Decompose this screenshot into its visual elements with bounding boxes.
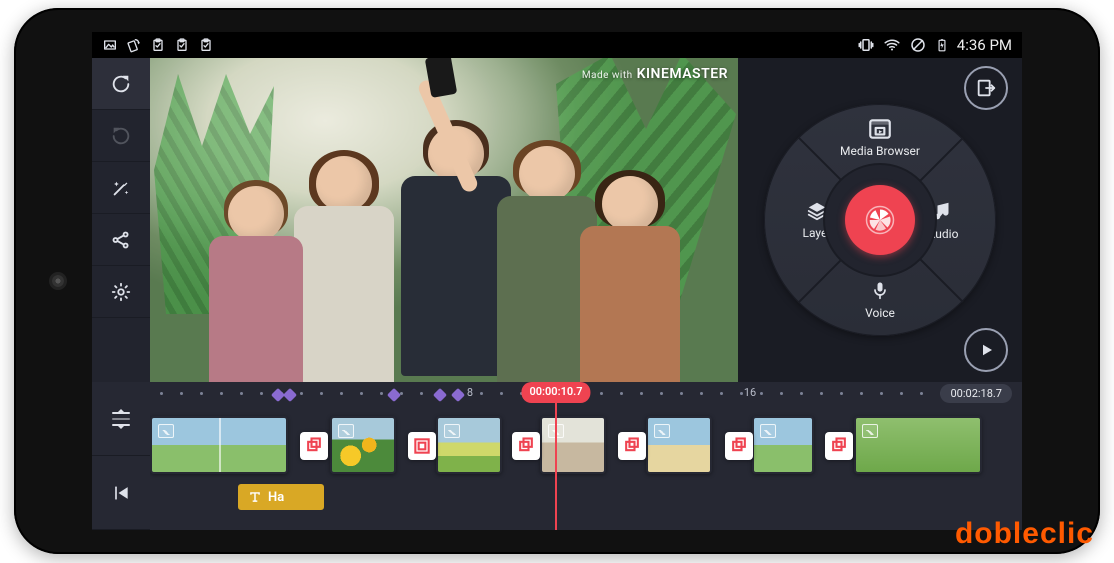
placeholder-icon (158, 424, 174, 438)
transition-button[interactable] (618, 432, 646, 460)
timeline: 8 16 00:02:18.7 Ha 00:00:10.7 (92, 382, 1022, 530)
clipboard-icon (198, 37, 214, 53)
watermark-brand: KINEMASTER (637, 66, 728, 82)
redo-button (92, 110, 150, 162)
voice-button[interactable]: Voice (835, 278, 925, 320)
ruler-number: 8 (467, 386, 473, 399)
action-wheel: Media Browser Layer Audio Voice (764, 104, 996, 336)
screenshot-icon (102, 37, 118, 53)
tracks-area[interactable]: 8 16 00:02:18.7 Ha 00:00:10.7 (150, 382, 1022, 530)
current-time: 00:00:10.7 (521, 382, 590, 403)
effects-button[interactable] (92, 162, 150, 214)
text-layer-label: Ha (268, 490, 284, 505)
settings-button[interactable] (92, 266, 150, 318)
transition-button[interactable] (825, 432, 853, 460)
video-clip[interactable] (150, 416, 288, 474)
video-track[interactable] (150, 412, 1022, 478)
watermark-prefix: Made with (582, 70, 633, 81)
upper-area: Made withKINEMASTER Medi (92, 58, 1022, 382)
placeholder-icon (338, 424, 354, 438)
device-frame: 4:36 PM (14, 8, 1100, 554)
wifi-icon (883, 36, 901, 54)
watermark: Made with KINEMASTER (582, 66, 728, 82)
rotate-icon (126, 37, 142, 53)
transition-button[interactable] (725, 432, 753, 460)
battery-icon (935, 36, 949, 54)
video-clip[interactable] (646, 416, 712, 474)
right-panel: Media Browser Layer Audio Voice (738, 58, 1022, 382)
bookmark-marker[interactable] (433, 388, 447, 402)
placeholder-icon (444, 424, 460, 438)
expand-tracks-button[interactable] (92, 382, 150, 456)
clipboard-icon (150, 37, 166, 53)
media-browser-label: Media Browser (840, 144, 920, 158)
transition-button[interactable] (512, 432, 540, 460)
undo-button[interactable] (92, 58, 150, 110)
left-toolbar (92, 58, 150, 382)
clipboard-icon (174, 37, 190, 53)
share-button[interactable] (92, 214, 150, 266)
status-time: 4:36 PM (957, 36, 1012, 54)
video-preview[interactable]: Made with KINEMASTER (150, 58, 738, 382)
media-browser-button[interactable]: Media Browser (835, 118, 925, 158)
text-layer-clip[interactable]: Ha (238, 484, 324, 510)
device-speaker (52, 275, 64, 287)
jump-to-start-button[interactable] (92, 456, 150, 530)
video-clip[interactable] (330, 416, 396, 474)
status-bar: 4:36 PM (92, 32, 1022, 58)
app: Made withKINEMASTER Medi (92, 58, 1022, 530)
video-clip[interactable] (436, 416, 502, 474)
bookmark-marker[interactable] (283, 388, 297, 402)
preview-image (150, 58, 738, 382)
placeholder-icon (654, 424, 670, 438)
transition-button[interactable] (408, 432, 436, 460)
exit-button[interactable] (964, 66, 1008, 110)
record-button[interactable] (845, 185, 915, 255)
bookmark-marker[interactable] (387, 388, 401, 402)
placeholder-icon (862, 424, 878, 438)
video-clip[interactable] (540, 416, 606, 474)
vibrate-icon (857, 36, 875, 54)
voice-label: Voice (865, 306, 895, 320)
screen: 4:36 PM (92, 32, 1022, 530)
timeline-toolbar (92, 382, 150, 530)
ruler-number: 16 (744, 386, 756, 399)
play-button[interactable] (964, 328, 1008, 372)
playhead[interactable]: 00:00:10.7 (555, 382, 557, 530)
branding-logo: dobleclic (955, 517, 1094, 551)
video-clip[interactable] (854, 416, 982, 474)
bookmark-marker[interactable] (451, 388, 465, 402)
transition-button[interactable] (300, 432, 328, 460)
total-duration: 00:02:18.7 (940, 384, 1012, 403)
video-clip[interactable] (752, 416, 814, 474)
no-sim-icon (909, 36, 927, 54)
audio-label: Audio (928, 227, 959, 241)
layer-label: Layer (803, 226, 832, 240)
placeholder-icon (760, 424, 776, 438)
